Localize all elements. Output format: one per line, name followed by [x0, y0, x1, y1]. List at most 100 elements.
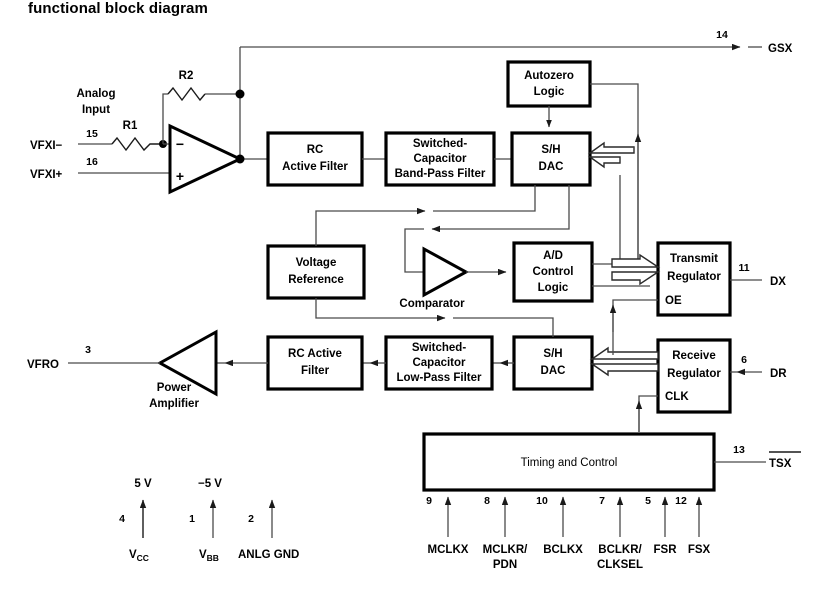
power-amplifier-label-line2: Amplifier	[149, 398, 199, 410]
wire-shdac-to-comparator-path	[431, 185, 570, 233]
pin-label-fsx: FSX	[688, 544, 711, 556]
pin-label-tsx: TSX	[769, 458, 792, 470]
pin-number-vbb: 1	[189, 513, 195, 525]
block-voltage-reference-line2: Reference	[288, 274, 344, 286]
block-sc-bandpass-line1: Switched-	[413, 138, 467, 150]
pin-label-dx: DX	[770, 276, 786, 288]
r2-label: R2	[179, 70, 194, 82]
block-ad-control-line3: Logic	[538, 282, 569, 294]
block-rc-active-filter-bottom-line2: Filter	[301, 365, 330, 377]
comparator-symbol	[422, 246, 470, 298]
wire-clk-from-timing	[638, 395, 658, 432]
r1-label: R1	[123, 120, 138, 132]
pin-number-anlg-gnd: 2	[248, 513, 254, 525]
voltage-label-vbb: −5 V	[198, 478, 222, 490]
block-transmit-regulator-oe-label: OE	[665, 295, 682, 307]
bus-arrow-shdac-bottom-upper	[589, 346, 659, 360]
pin-label-bclkx: BCLKX	[543, 544, 583, 556]
pin-number-vfxi-minus: 15	[86, 128, 98, 140]
svg-text:9: 9	[426, 495, 432, 507]
block-sc-lowpass-line1: Switched-	[412, 342, 466, 354]
block-autozero-logic	[506, 60, 592, 108]
block-sh-dac-bottom	[512, 335, 594, 391]
wire-into-shdac-bottom-top	[453, 317, 554, 337]
wire-adcontrol-to-shdac-bus	[592, 175, 621, 265]
pin-label-vfro: VFRO	[27, 359, 59, 371]
block-sc-bandpass-line2: Capacitor	[413, 153, 467, 165]
wire-autozero-right-trunk	[590, 83, 639, 265]
block-rc-active-filter-bottom-line1: RC Active	[288, 348, 342, 360]
power-pin-vbb: 1 −5 V	[189, 478, 222, 538]
pin-number-gsx: 14	[716, 29, 728, 41]
block-sh-dac-bottom-line1: S/H	[543, 348, 562, 360]
timing-pin-bclkr-clksel: 7	[599, 495, 624, 537]
pin-label-fsr: FSR	[654, 544, 678, 556]
block-transmit-regulator-line2: Regulator	[667, 271, 721, 283]
pin-number-tsx: 13	[733, 444, 745, 456]
functional-block-diagram-page: functional block diagram R1 Analog Input…	[0, 0, 823, 591]
block-sh-dac-top-line1: S/H	[541, 144, 560, 156]
block-rc-active-filter-top-line1: RC	[307, 144, 324, 156]
block-voltage-reference-line1: Voltage	[296, 257, 337, 269]
block-sh-dac-top	[510, 131, 592, 187]
block-timing-and-control-label: Timing and Control	[521, 457, 618, 469]
pin-label-mclkx: MCLKX	[428, 544, 469, 556]
pin-label-anlg-gnd: ANLG GND	[238, 549, 299, 561]
svg-text:5: 5	[645, 495, 651, 507]
block-transmit-regulator-line1: Transmit	[670, 253, 718, 265]
pin-number-vcc: 4	[119, 513, 125, 525]
svg-text:10: 10	[536, 495, 548, 507]
opamp-minus-sign: −	[176, 136, 184, 152]
block-sc-bandpass-line3: Band-Pass Filter	[395, 168, 486, 180]
pin-label-bclkr-clksel-line1: BCLKR/	[598, 544, 642, 556]
bus-arrow-shdac-top-upper	[587, 141, 635, 154]
power-pin-anlg-gnd: 2	[248, 499, 276, 538]
block-diagram-canvas: R1 Analog Input VFXI− 15 VFXI+ 16 R2 − +	[27, 29, 801, 571]
pin-number-dx: 11	[738, 262, 749, 274]
block-receive-regulator-line2: Regulator	[667, 368, 721, 380]
pin-number-vfxi-plus: 16	[86, 156, 98, 168]
wire-oe-from-below	[612, 299, 658, 332]
pin-label-vfxi-plus: VFXI+	[30, 169, 63, 181]
opamp-plus-sign: +	[176, 168, 184, 184]
pin-number-dr: 6	[741, 354, 747, 366]
block-ad-control-line2: Control	[533, 266, 574, 278]
block-receive-regulator-line1: Receive	[672, 350, 715, 362]
pin-label-vbb: VBB	[199, 549, 219, 563]
comparator-label: Comparator	[399, 298, 465, 310]
bus-arrow-transmit-upper	[611, 253, 661, 268]
block-rc-active-filter-bottom	[266, 335, 364, 391]
block-rc-active-filter-top	[266, 131, 364, 187]
block-voltage-reference	[266, 244, 366, 300]
voltage-label-vcc: 5 V	[134, 478, 152, 490]
svg-text:7: 7	[599, 495, 605, 507]
pin-number-vfro: 3	[85, 344, 91, 356]
power-pin-vcc: 4 5 V	[119, 478, 152, 538]
wire-vref-into-shdac-top	[433, 185, 536, 212]
pin-label-dr: DR	[770, 368, 787, 380]
svg-text:8: 8	[484, 495, 490, 507]
timing-pin-fsx: 12	[675, 495, 703, 537]
pin-label-gsx: GSX	[768, 43, 793, 55]
analog-input-label-line1: Analog	[77, 88, 116, 100]
block-sc-lowpass-line3: Low-Pass Filter	[397, 372, 483, 384]
pin-label-vfxi-minus: VFXI−	[30, 140, 63, 152]
timing-pin-mclkr-pdn: 8	[484, 495, 509, 537]
block-autozero-line2: Logic	[534, 86, 565, 98]
block-autozero-line1: Autozero	[524, 70, 574, 82]
block-rc-active-filter-top-line2: Active Filter	[282, 161, 348, 173]
wire-into-comparator-input	[404, 228, 424, 273]
pin-label-mclkr-pdn-line2: PDN	[493, 559, 517, 571]
timing-pin-bclkx: 10	[536, 495, 567, 537]
block-sh-dac-bottom-line2: DAC	[541, 365, 566, 377]
bus-arrow-shdac-bottom-lower	[589, 363, 659, 377]
bus-arrow-shdac-top-lower	[587, 156, 621, 169]
block-ad-control-line1: A/D	[543, 250, 563, 262]
timing-pin-fsr: 5	[645, 495, 669, 537]
node-dot-r2-junction	[235, 89, 245, 99]
timing-pin-mclkx: 9	[426, 495, 452, 537]
node-dot-opamp-output	[235, 154, 245, 164]
bus-arrow-transmit-lower	[611, 271, 661, 286]
analog-input-label-line2: Input	[82, 104, 110, 116]
block-sh-dac-top-line2: DAC	[539, 161, 564, 173]
